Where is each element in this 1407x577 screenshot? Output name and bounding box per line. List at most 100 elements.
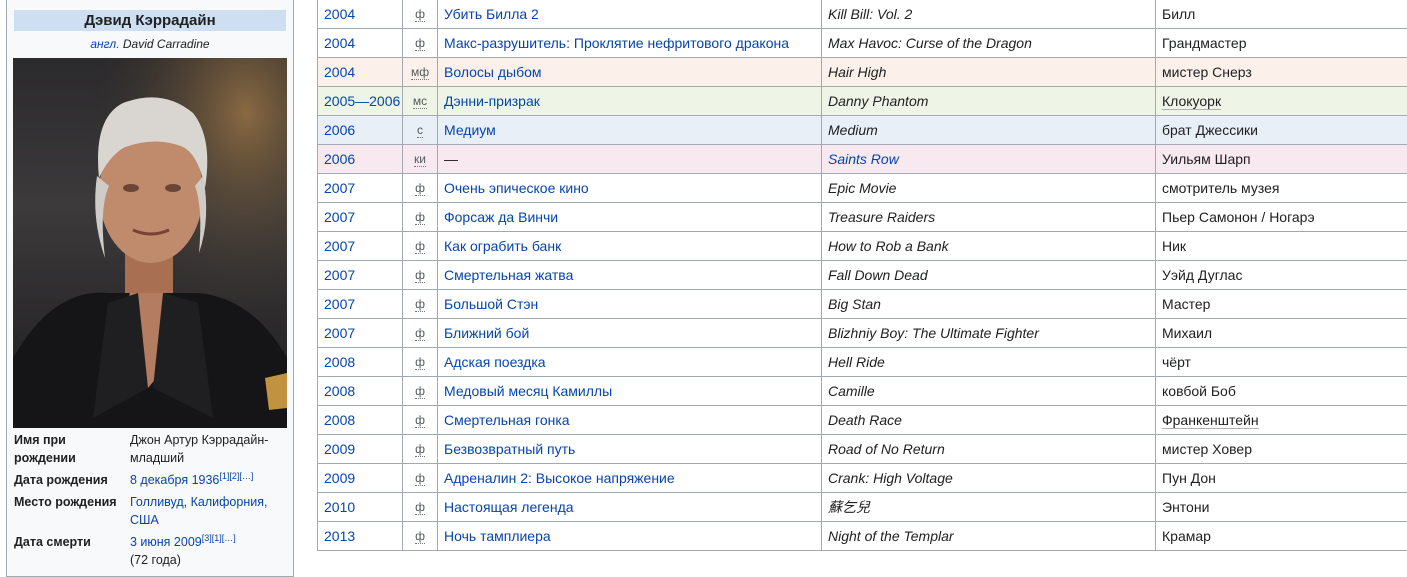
infobox-title: Дэвид Кэррадайн xyxy=(14,10,286,31)
work-type-abbr[interactable]: ф xyxy=(415,297,425,312)
year-link[interactable]: 2013 xyxy=(324,528,355,544)
role-name: Мастер xyxy=(1162,296,1211,312)
table-row: 2010 ф Настоящая легенда 蘇乞兒 Энтони xyxy=(317,492,1407,522)
birth-place-link[interactable]: Голливуд, Калифорния, США xyxy=(130,493,288,529)
work-type-abbr[interactable]: ф xyxy=(415,239,425,254)
portrait-photo[interactable] xyxy=(13,58,287,428)
role-name: мистер Ховер xyxy=(1162,441,1252,457)
work-type-abbr[interactable]: ф xyxy=(415,442,425,457)
table-row: 2005—2006 мс Дэнни-призрак Danny Phantom Кло… xyxy=(317,86,1407,116)
film-title-link[interactable]: Очень эпическое кино xyxy=(444,180,589,196)
work-type-abbr[interactable]: ки xyxy=(414,152,426,167)
year-link[interactable]: 2007 xyxy=(324,209,355,225)
role-name: мистер Снерз xyxy=(1162,64,1252,80)
role-name: чёрт xyxy=(1162,354,1191,370)
original-title: Max Havoc: Curse of the Dragon xyxy=(828,35,1032,51)
role-name: Пьер Самонон / Ногарэ xyxy=(1162,209,1315,225)
work-type-abbr[interactable]: ф xyxy=(415,326,425,341)
year-link[interactable]: 2004 xyxy=(324,35,355,51)
year-link[interactable]: 2006 xyxy=(324,151,355,167)
table-row: 2007 ф Смертельная жатва Fall Down Dead Уэйд… xyxy=(317,260,1407,290)
infobox-row-birth-place: Место рождения Голливуд, Калифорния, США xyxy=(14,493,289,529)
original-title: Crank: High Voltage xyxy=(828,470,953,486)
work-type-abbr[interactable]: ф xyxy=(415,471,425,486)
film-title-link[interactable]: Настоящая легенда xyxy=(444,499,574,515)
work-type-abbr[interactable]: ф xyxy=(415,355,425,370)
year-link[interactable]: 2007 xyxy=(324,325,355,341)
work-type-abbr[interactable]: ф xyxy=(415,36,425,51)
year-link[interactable]: 2005—2006 xyxy=(324,93,400,109)
film-title-link[interactable]: Форсаж да Винчи xyxy=(444,209,558,225)
original-title: Camille xyxy=(828,383,875,399)
year-link[interactable]: 2006 xyxy=(324,122,355,138)
infobox-value: Джон Артур Кэррадайн-младший xyxy=(130,433,269,465)
original-title[interactable]: Saints Row xyxy=(828,151,899,167)
role-name: Грандмастер xyxy=(1162,35,1247,51)
film-title-link[interactable]: Макс-разрушитель: Проклятие нефритового … xyxy=(444,35,789,51)
film-title-link[interactable]: Убить Билла 2 xyxy=(444,6,539,22)
year-link[interactable]: 2007 xyxy=(324,180,355,196)
infobox-label: Имя при рождении xyxy=(14,433,76,465)
film-title-link[interactable]: Адреналин 2: Высокое напряжение xyxy=(444,470,675,486)
original-title: Kill Bill: Vol. 2 xyxy=(828,6,913,22)
film-title-link[interactable]: Безвозвратный путь xyxy=(444,441,575,457)
death-date-link[interactable]: 3 июня 2009 xyxy=(130,535,202,549)
work-type-abbr[interactable]: ф xyxy=(415,500,425,515)
work-type-abbr[interactable]: ф xyxy=(415,7,425,22)
reference-sup[interactable]: [1][2][…] xyxy=(219,471,253,481)
infobox-subtitle: англ. David Carradine xyxy=(7,36,293,52)
role-name[interactable]: Франкенштейн xyxy=(1162,412,1259,429)
reference-sup[interactable]: [3][1][…] xyxy=(202,533,236,543)
table-row: 2007 ф Ближний бой Blizhniy Boy: The Ultima… xyxy=(317,318,1407,348)
original-title: Danny Phantom xyxy=(828,93,929,109)
birth-date-link[interactable]: 8 декабря 1936 xyxy=(130,473,219,487)
filmography-table: 2004 ф Убить Билла 2 Kill Bill: Vol. 2 Билл 2… xyxy=(317,0,1407,551)
table-row: 2008 ф Смертельная гонка Death Race Франкенш… xyxy=(317,405,1407,435)
year-link[interactable]: 2008 xyxy=(324,412,355,428)
year-link[interactable]: 2008 xyxy=(324,354,355,370)
film-title-link[interactable]: Медовый месяц Камиллы xyxy=(444,383,612,399)
film-title-link[interactable]: Адская поездка xyxy=(444,354,546,370)
year-link[interactable]: 2004 xyxy=(324,6,355,22)
work-type-abbr[interactable]: ф xyxy=(415,210,425,225)
work-type-abbr[interactable]: ф xyxy=(415,268,425,283)
work-type-abbr[interactable]: ф xyxy=(415,384,425,399)
film-title-link[interactable]: Как ограбить банк xyxy=(444,238,561,254)
year-link[interactable]: 2010 xyxy=(324,499,355,515)
role-name: брат Джессики xyxy=(1162,122,1258,138)
role-name[interactable]: Клокуорк xyxy=(1162,93,1222,110)
table-row: 2004 ф Макс-разрушитель: Проклятие нефрито… xyxy=(317,28,1407,58)
film-title-link[interactable]: Ближний бой xyxy=(444,325,529,341)
year-link[interactable]: 2008 xyxy=(324,383,355,399)
year-link[interactable]: 2009 xyxy=(324,441,355,457)
film-title-link[interactable]: Дэнни-призрак xyxy=(444,93,540,109)
table-row: 2009 ф Адреналин 2: Высокое напряжение Cran… xyxy=(317,463,1407,493)
infobox-row-birth-name: Имя при рождении Джон Артур Кэррадайн-мл… xyxy=(14,431,289,467)
work-type-abbr[interactable]: ф xyxy=(415,181,425,196)
year-link[interactable]: 2007 xyxy=(324,267,355,283)
year-link[interactable]: 2007 xyxy=(324,296,355,312)
role-name: Уильям Шарп xyxy=(1162,151,1251,167)
work-type-abbr[interactable]: мс xyxy=(412,94,428,109)
table-row: 2009 ф Безвозвратный путь Road of No Return… xyxy=(317,434,1407,464)
film-title-link[interactable]: Смертельная жатва xyxy=(444,267,573,283)
original-title: Road of No Return xyxy=(828,441,945,457)
film-title-link[interactable]: Медиум xyxy=(444,122,496,138)
role-name: смотритель музея xyxy=(1162,180,1280,196)
infobox: Дэвид Кэррадайн англ. David Carradine Им… xyxy=(6,0,294,577)
film-title-link[interactable]: Большой Стэн xyxy=(444,296,538,312)
infobox-row-death-date: Дата смерти 3 июня 2009[3][1][…] (72 года… xyxy=(14,533,289,569)
original-title: How to Rob a Bank xyxy=(828,238,949,254)
film-title-link[interactable]: Ночь тамплиера xyxy=(444,528,551,544)
year-link[interactable]: 2009 xyxy=(324,470,355,486)
table-row: 2007 ф Как ограбить банк How to Rob a Bank Н… xyxy=(317,231,1407,261)
work-type-abbr[interactable]: ф xyxy=(415,529,425,544)
film-title-link[interactable]: Смертельная гонка xyxy=(444,412,570,428)
year-link[interactable]: 2004 xyxy=(324,64,355,80)
year-link[interactable]: 2007 xyxy=(324,238,355,254)
work-type-abbr[interactable]: с xyxy=(417,123,423,138)
language-abbr-link[interactable]: англ. xyxy=(90,37,119,51)
work-type-abbr[interactable]: мф xyxy=(410,65,430,80)
film-title-link[interactable]: Волосы дыбом xyxy=(444,64,542,80)
work-type-abbr[interactable]: ф xyxy=(415,413,425,428)
